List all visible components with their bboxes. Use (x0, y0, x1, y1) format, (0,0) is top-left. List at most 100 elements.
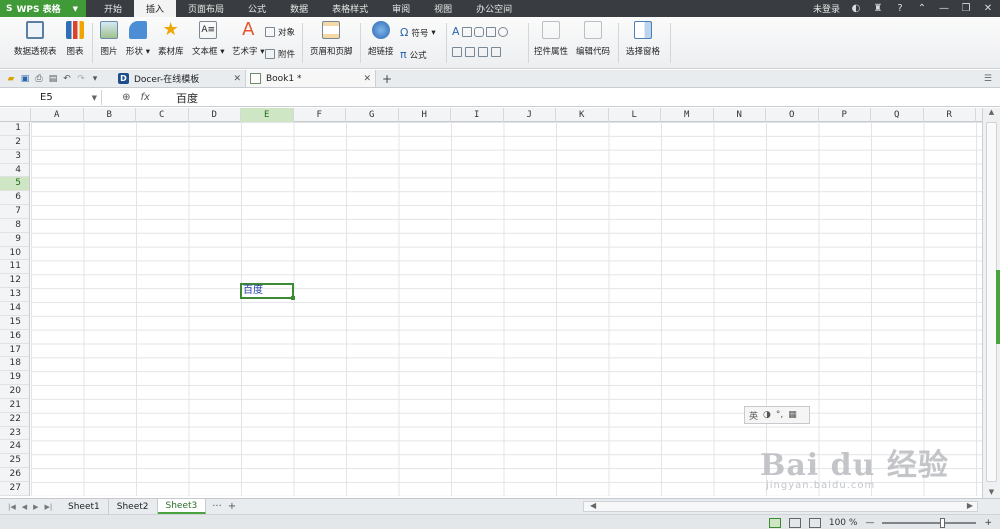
scrollbar-control-icon[interactable] (491, 47, 501, 57)
scroll-right-icon[interactable]: ▶ (967, 501, 973, 510)
button-control-icon[interactable] (473, 26, 484, 37)
row-header-1[interactable]: 1 (0, 122, 29, 136)
minimize-icon[interactable]: — (938, 3, 950, 14)
listbox-control-icon[interactable] (452, 47, 462, 57)
reading-view-icon[interactable] (808, 517, 821, 528)
wordart-button[interactable]: A 艺术字 ▾ (232, 21, 264, 58)
row-header-26[interactable]: 26 (0, 468, 29, 482)
object-button[interactable]: 对象 (265, 26, 295, 38)
close-icon[interactable]: ✕ (982, 3, 994, 14)
zoom-slider[interactable] (882, 517, 977, 528)
close-tab-icon[interactable]: ✕ (233, 74, 241, 84)
menu-insert[interactable]: 插入 (134, 0, 177, 17)
select-all-corner[interactable] (0, 108, 31, 122)
sheet-tab-sheet2[interactable]: Sheet2 (109, 499, 158, 514)
row-header-4[interactable]: 4 (0, 164, 29, 178)
print-icon[interactable]: ⎙ (34, 74, 44, 84)
zoom-level[interactable]: 100 % (829, 518, 858, 528)
row-header-25[interactable]: 25 (0, 454, 29, 469)
print-preview-icon[interactable]: ▤ (48, 74, 58, 84)
menu-table-style[interactable]: 表格样式 (320, 0, 380, 17)
menu-view[interactable]: 视图 (422, 0, 464, 17)
horizontal-scrollbar[interactable]: ◀ ▶ (583, 501, 978, 512)
chart-button[interactable]: 图表 (66, 21, 84, 57)
column-header-m[interactable]: M (661, 108, 714, 122)
column-header-d[interactable]: D (189, 108, 241, 122)
collapse-ribbon-icon[interactable]: ⌃ (916, 3, 928, 14)
first-sheet-icon[interactable]: |◀ (8, 503, 16, 511)
row-header-10[interactable]: 10 (0, 247, 29, 261)
combobox-control-icon[interactable] (465, 47, 475, 57)
row-header-15[interactable]: 15 (0, 316, 29, 330)
tab-docer[interactable]: D Docer-在线模板 ✕ (114, 70, 246, 87)
column-header-o[interactable]: O (766, 108, 819, 122)
row-header-7[interactable]: 7 (0, 205, 29, 219)
scroll-up-icon[interactable]: ▲ (983, 108, 1000, 120)
insert-function-icon[interactable]: fx (140, 92, 149, 103)
zoom-search-icon[interactable]: ⊕ (122, 92, 130, 103)
page-break-view-icon[interactable] (788, 517, 801, 528)
symbol-button[interactable]: Ω 符号 ▾ (400, 26, 436, 39)
normal-view-icon[interactable] (768, 517, 781, 528)
sheet-tab-sheet1[interactable]: Sheet1 (60, 499, 109, 514)
open-folder-icon[interactable]: ▰ (6, 74, 16, 84)
row-header-22[interactable]: 22 (0, 413, 29, 427)
fill-handle[interactable] (291, 296, 295, 300)
hyperlink-button[interactable]: 超链接 (368, 21, 394, 57)
spinner-control-icon[interactable] (478, 47, 488, 57)
column-header-i[interactable]: I (451, 108, 504, 122)
column-header-k[interactable]: K (556, 108, 609, 122)
menu-page-layout[interactable]: 页面布局 (176, 0, 236, 17)
more-sheets-icon[interactable]: ··· (212, 501, 222, 512)
radio-control-icon[interactable] (497, 26, 508, 37)
material-library-button[interactable]: ★ 素材库 (158, 21, 184, 58)
selection-pane-button[interactable]: 选择窗格 (626, 21, 660, 57)
next-sheet-icon[interactable]: ▶ (33, 503, 38, 511)
row-header-23[interactable]: 23 (0, 427, 29, 441)
tab-menu-icon[interactable]: ☰ (984, 74, 992, 84)
ime-toolbar[interactable]: 英 ◑ °, ▦ (744, 406, 810, 424)
shape-button[interactable]: 形状 ▾ (126, 21, 150, 57)
row-header-13[interactable]: 13 (0, 288, 29, 302)
new-tab-icon[interactable]: + (382, 72, 392, 86)
row-header-14[interactable]: 14 (0, 302, 29, 316)
menu-formulas[interactable]: 公式 (236, 0, 278, 17)
column-header-n[interactable]: N (714, 108, 766, 122)
last-sheet-icon[interactable]: ▶| (45, 503, 53, 511)
row-header-12[interactable]: 12 (0, 274, 29, 289)
pivot-table-button[interactable]: 数据透视表 (14, 21, 57, 57)
row-header-8[interactable]: 8 (0, 219, 29, 233)
login-link[interactable]: 未登录 (813, 2, 840, 15)
app-menu-button[interactable]: S WPS 表格 ▼ (0, 0, 86, 17)
column-header-e[interactable]: E (241, 108, 294, 122)
column-header-j[interactable]: J (504, 108, 556, 122)
prev-sheet-icon[interactable]: ◀ (22, 503, 27, 511)
column-header-b[interactable]: B (84, 108, 136, 122)
menu-office-space[interactable]: 办公空间 (464, 0, 524, 17)
picture-button[interactable]: 图片 (100, 21, 118, 57)
help-icon[interactable]: ? (894, 3, 906, 14)
formula-button[interactable]: π 公式 (400, 48, 427, 61)
zoom-out-icon[interactable]: — (865, 518, 874, 528)
row-header-27[interactable]: 27 (0, 482, 29, 496)
restore-icon[interactable]: ❐ (960, 3, 972, 14)
row-header-2[interactable]: 2 (0, 136, 29, 150)
side-panel-toggle[interactable] (996, 270, 1000, 344)
active-cell-e5[interactable]: 百度 (240, 283, 295, 300)
scroll-left-icon[interactable]: ◀ (590, 501, 596, 510)
attachment-button[interactable]: 附件 (265, 48, 295, 60)
name-box[interactable]: E5 ▼ (4, 90, 102, 105)
row-header-6[interactable]: 6 (0, 191, 29, 206)
row-header-11[interactable]: 11 (0, 260, 29, 275)
tab-book1[interactable]: Book1 * ✕ (246, 70, 376, 87)
formula-input[interactable]: 百度 (170, 90, 198, 106)
textbox-control-icon[interactable] (461, 26, 472, 37)
zoom-knob[interactable] (940, 517, 946, 528)
column-header-h[interactable]: H (399, 108, 451, 122)
column-header-c[interactable]: C (136, 108, 189, 122)
row-header-9[interactable]: 9 (0, 233, 29, 247)
row-header-21[interactable]: 21 (0, 399, 29, 413)
row-header-16[interactable]: 16 (0, 330, 29, 344)
header-footer-button[interactable]: 页眉和页脚 (310, 21, 353, 57)
column-header-p[interactable]: P (819, 108, 871, 122)
